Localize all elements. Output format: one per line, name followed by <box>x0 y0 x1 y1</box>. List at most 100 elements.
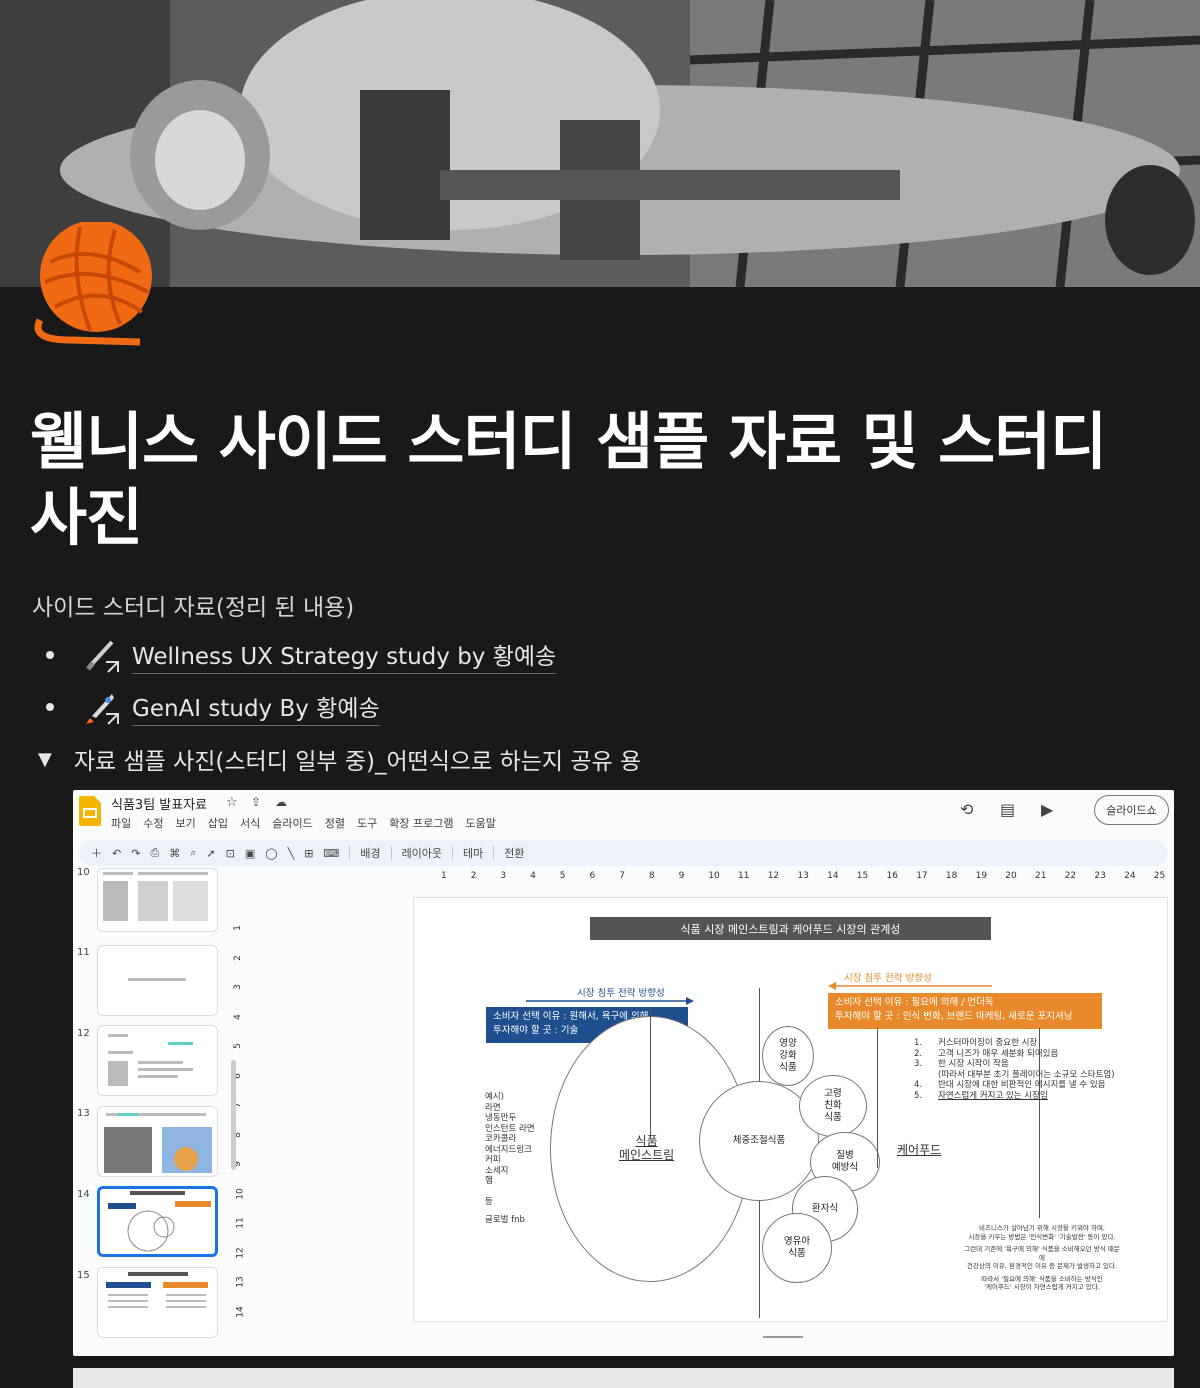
slide-header: 식품 시장 메인스트림과 케어푸드 시장의 관계성 <box>590 917 991 940</box>
history-icon[interactable]: ⟲ <box>960 800 973 819</box>
slide-thumbnail[interactable] <box>97 1106 218 1177</box>
ruler-tick-label: 4 <box>530 871 536 881</box>
list-item: 커스터마이징이 중요한 시장 <box>938 1038 1038 1048</box>
link-wellness-ux[interactable]: Wellness UX Strategy study by 황예송 <box>40 636 557 674</box>
ruler-tick-label: 6 <box>589 871 596 881</box>
redo-icon[interactable]: ↷ <box>131 847 140 860</box>
filmstrip-scrollbar[interactable] <box>231 1060 236 1170</box>
toolbar-background[interactable]: 배경 <box>360 845 380 861</box>
insert-comment-icon[interactable]: ⊞ <box>304 847 313 860</box>
list-item: 고객 니즈가 매우 세분화 되어있음 <box>938 1048 1059 1059</box>
menu-bar: 파일 수정 보기 삽입 서식 슬라이드 정렬 도구 확장 프로그램 도움말 <box>111 815 496 831</box>
intro-text: 사이드 스터디 자료(정리 된 내용) <box>32 595 355 621</box>
orange-box-line2: 투자해야 할 곳 : 인식 변화, 브랜드 마케팅, 새로운 포지셔닝 <box>835 1011 1073 1022</box>
ruler-tick-label: 1 <box>232 925 243 931</box>
horizontal-ruler: 1 2 3 4 5 6 7 8 9 10 11 12 13 14 15 16 17 18 19 20 21 22 23 24 2… <box>413 870 1174 884</box>
ruler-tick-label: 1 <box>441 871 447 881</box>
toggle-block[interactable]: ▼ 자료 샘플 사진(스터디 일부 중)_어떤식으로 하는지 공유 용 <box>38 742 641 776</box>
yarn-ball-icon[interactable] <box>30 220 154 346</box>
mainstream-label: 식품 메인스트림 <box>619 1134 675 1162</box>
ruler-tick-label: 12 <box>767 871 780 881</box>
select-icon[interactable]: ➚ <box>206 847 215 860</box>
ruler-tick-label: 19 <box>975 871 988 881</box>
slide-thumbnail-selected[interactable] <box>97 1186 218 1257</box>
slide-canvas[interactable]: 식품 시장 메인스트림과 케어푸드 시장의 관계성 시장 침투 전략 방향성 시… <box>413 897 1168 1322</box>
menu-edit[interactable]: 수정 <box>143 815 163 831</box>
menu-slide[interactable]: 슬라이드 <box>272 815 312 831</box>
page-title: 웰니스 사이드 스터디 샘플 자료 및 스터디 사진 <box>30 405 1107 554</box>
infant-food-circle: 영유아 식품 <box>762 1213 832 1283</box>
example-item: 라면 <box>485 1102 501 1113</box>
slideshow-button[interactable]: 슬라이드쇼 <box>1094 795 1169 825</box>
slide-thumbnail[interactable] <box>97 868 218 932</box>
cloud-icon[interactable]: ☁ <box>275 795 287 809</box>
meet-icon[interactable]: ▶ <box>1041 800 1053 819</box>
divider <box>493 846 495 860</box>
line-icon[interactable]: ╲ <box>288 847 295 860</box>
resize-handle[interactable] <box>763 1336 803 1338</box>
example-item: 햄 <box>485 1176 493 1186</box>
ruler-tick-label: 11 <box>235 1217 246 1229</box>
ruler-tick-label: 7 <box>619 871 625 881</box>
doc-title[interactable]: 식품3팀 발표자료 <box>111 794 207 813</box>
toolbar: ＋ ↶ ↷ ⎙ ⌘ ⌕ ➚ ⊡ ▣ ◯ ╲ ⊞ ⌨ 배경 레이아웃 테마 전환 <box>79 840 1168 866</box>
slide-thumbnail[interactable] <box>97 1267 218 1338</box>
slide-thumbnail[interactable] <box>97 1025 218 1096</box>
ruler-tick-label: 14 <box>235 1305 246 1318</box>
note-line: 따라서 '필요에 의해' 식품을 소비하는 방식인 <box>981 1274 1103 1283</box>
thumb-number: 13 <box>77 1108 90 1119</box>
example-item: 글로벌 fnb <box>485 1215 525 1225</box>
toolbar-theme[interactable]: 테마 <box>463 845 483 861</box>
zoom-icon[interactable]: ⌕ <box>190 846 196 860</box>
undo-icon[interactable]: ↶ <box>112 847 121 860</box>
cover-image <box>0 0 1200 287</box>
list-num: 5. <box>914 1090 923 1101</box>
note-line: 비즈니스가 살아남기 위해 시장을 키워야 하며, <box>978 1224 1106 1232</box>
link-label[interactable]: Wellness UX Strategy study by 황예송 <box>132 637 557 674</box>
comment-icon[interactable]: ▤ <box>1000 800 1015 819</box>
image-icon[interactable]: ▣ <box>245 847 255 860</box>
list-num: 4. <box>914 1080 923 1090</box>
menu-arrange[interactable]: 정렬 <box>325 815 345 831</box>
thumb-number: 14 <box>77 1189 90 1200</box>
nutrition-circle: 영양 강화 식품 <box>762 1026 814 1086</box>
ruler-tick-label: 13 <box>235 1276 246 1288</box>
orange-box-line1: 소비자 선택 이유 : 필요에 의해 / 언더독 <box>835 997 994 1008</box>
toggle-label: 자료 샘플 사진(스터디 일부 중)_어떤식으로 하는지 공유 용 <box>73 749 642 775</box>
link-genai[interactable]: GenAI study By 황예송 <box>40 688 380 726</box>
slide-thumbnail[interactable] <box>97 945 218 1016</box>
add-icon[interactable]: ＋ <box>91 845 102 861</box>
list-num: 3. <box>914 1059 923 1069</box>
move-icon[interactable]: ⇪ <box>251 795 261 809</box>
rocket-link-icon <box>84 688 122 726</box>
example-item: 에너지드링크 <box>485 1144 532 1155</box>
menu-insert[interactable]: 삽입 <box>208 815 228 831</box>
link-label[interactable]: GenAI study By 황예송 <box>132 689 380 726</box>
ruler-tick-label: 3 <box>232 984 243 990</box>
triangle-down-icon[interactable]: ▼ <box>38 749 52 770</box>
menu-help[interactable]: 도움말 <box>465 815 495 831</box>
menu-tools[interactable]: 도구 <box>357 815 377 831</box>
ruler-tick-label: 4 <box>232 1013 243 1020</box>
menu-file[interactable]: 파일 <box>111 815 131 831</box>
example-item: 인스턴트 라면 <box>485 1123 535 1134</box>
text-box-icon[interactable]: ⊡ <box>226 847 235 860</box>
print-icon[interactable]: ⎙ <box>150 846 159 860</box>
shape-icon[interactable]: ◯ <box>265 847 277 860</box>
menu-view[interactable]: 보기 <box>176 815 196 831</box>
star-icon[interactable]: ☆ <box>226 795 238 810</box>
examples-list: 예시) 라면 냉동만두 인스턴트 라면 코카콜라 에너지드링크 커피 소세지 햄… <box>485 1092 535 1226</box>
next-image-preview <box>73 1368 1174 1388</box>
menu-format[interactable]: 서식 <box>240 815 260 831</box>
note-line: '케어푸드' 시장이 자연스럽게 커지고 있다. <box>984 1283 1100 1291</box>
ruler-tick-label: 10 <box>708 871 720 881</box>
ruler-tick-label: 16 <box>886 871 898 881</box>
keyboard-icon[interactable]: ⌨ <box>323 847 339 860</box>
slides-logo-icon <box>79 796 101 826</box>
paint-format-icon[interactable]: ⌘ <box>169 847 180 860</box>
menu-extensions[interactable]: 확장 프로그램 <box>389 815 453 831</box>
toolbar-transition[interactable]: 전환 <box>504 845 524 861</box>
toolbar-layout[interactable]: 레이아웃 <box>402 845 442 861</box>
notes-text: 비즈니스가 살아남기 위해 시장을 키워야 하며, 시장을 키우는 방법은 '인… <box>962 1224 1122 1292</box>
example-item: 커피 <box>485 1155 501 1165</box>
